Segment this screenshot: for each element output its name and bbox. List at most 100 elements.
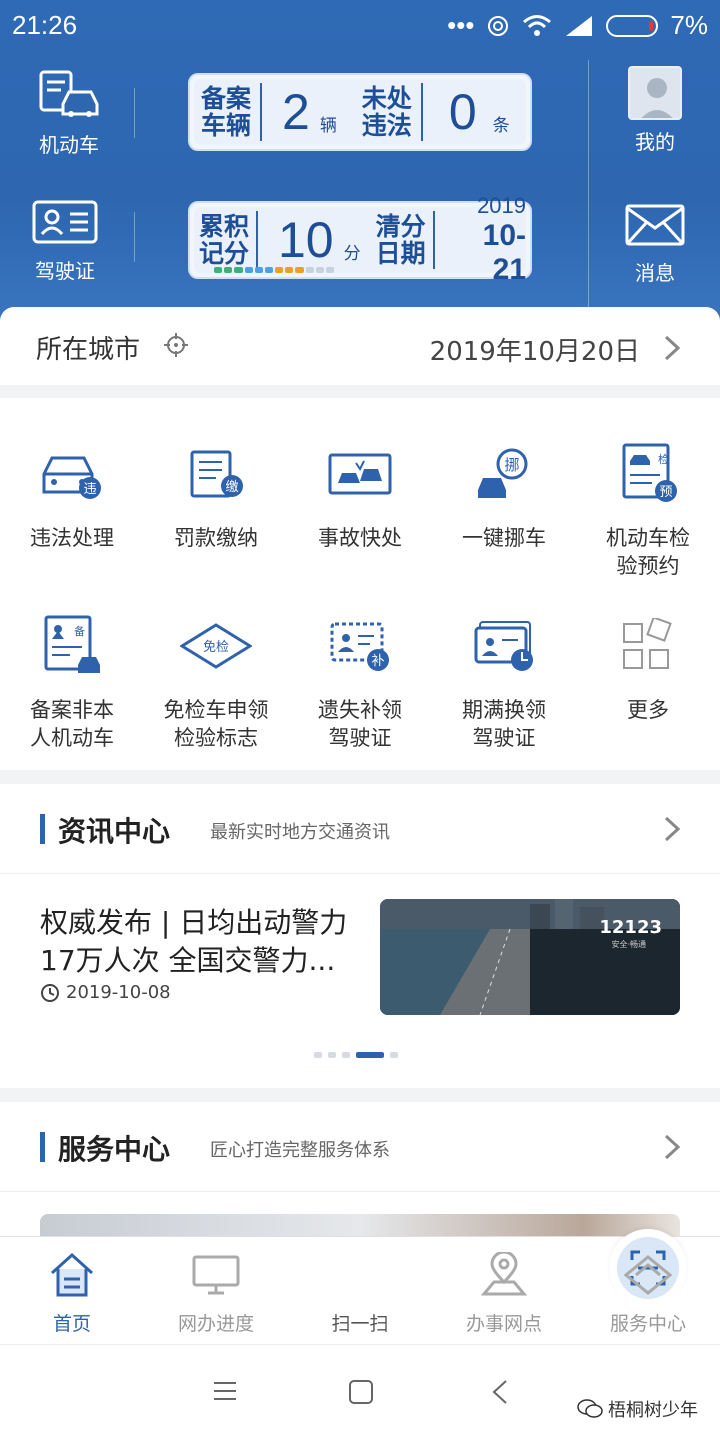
news-image[interactable]: 12123 安全·畅通 [380, 899, 680, 1015]
back-icon[interactable] [490, 1379, 510, 1405]
points-summary-card[interactable]: 累积 记分 10 分 清分 日期 2019 10-21 [188, 193, 532, 286]
replace-card-icon: 补 [330, 622, 389, 671]
map-pin-icon [480, 1252, 528, 1296]
menu-icon[interactable] [212, 1379, 238, 1403]
service-inspection-booking[interactable]: 检预 机动车检 验预约 [576, 440, 720, 580]
status-icons: ••• 7% [447, 10, 708, 41]
city-road-image: 12123 安全·畅通 [380, 899, 680, 1015]
service-move-car[interactable]: 挪 一键挪车 [432, 440, 576, 552]
locate-icon[interactable] [164, 333, 188, 357]
divider [420, 83, 423, 141]
svg-text:挪: 挪 [504, 456, 519, 474]
service-label: 机动车检 验预约 [606, 526, 690, 578]
service-label: 遗失补领 驾驶证 [318, 698, 402, 750]
violations-unit: 条 [492, 115, 510, 136]
divider [432, 211, 435, 269]
handshake-icon [623, 1255, 673, 1295]
license-label: 驾驶证 [35, 259, 95, 283]
vehicle-button[interactable]: 机动车 [24, 68, 114, 158]
service-grid: 违 违法处理 缴 罚款缴纳 事故快处 挪 一键挪车 检预 机动车检 验预约 备 备… [0, 398, 720, 770]
image-logo-sub: 安全·畅通 [611, 939, 646, 949]
divider [260, 83, 262, 141]
svg-text:检: 检 [658, 452, 669, 466]
service-label: 备案非本 人机动车 [30, 698, 114, 750]
service-renew-license[interactable]: 期满换领 驾驶证 [432, 612, 576, 752]
renew-card-icon [474, 621, 533, 671]
home-square-icon[interactable] [348, 1379, 374, 1405]
image-logo-text: 12123 [599, 917, 662, 938]
service-label: 罚款缴纳 [174, 526, 258, 550]
news-item-title[interactable]: 权威发布 | 日均出动警力17万人次 全国交警力... [40, 904, 370, 980]
move-car-icon: 挪 [478, 448, 528, 498]
car-doc-icon [39, 70, 99, 117]
tab-locations[interactable]: 办事网点 [432, 1249, 576, 1336]
service-center-section: 服务中心 匠心打造完整服务体系 [0, 1102, 720, 1236]
service-label: 事故快处 [318, 526, 402, 550]
service-center-subtitle: 匠心打造完整服务体系 [210, 1140, 390, 1161]
license-button[interactable]: 驾驶证 [20, 200, 110, 284]
watermark-text: 梧桐树少年 [608, 1400, 698, 1421]
service-violation-handling[interactable]: 违 违法处理 [0, 440, 144, 552]
car-violation-icon: 违 [42, 456, 101, 499]
section-accent [40, 1132, 45, 1162]
signal-icon [566, 15, 593, 36]
id-card-icon [32, 200, 98, 244]
tab-home[interactable]: 首页 [0, 1249, 144, 1336]
service-banner-image[interactable] [40, 1214, 680, 1236]
wechat-icon [577, 1399, 603, 1418]
violations-label: 未处 违法 [361, 84, 412, 140]
messages-label: 消息 [635, 261, 675, 285]
divider [256, 211, 258, 269]
divider [134, 88, 135, 138]
city-bar[interactable]: 所在城市 2019年10月20日 [0, 307, 720, 385]
monitor-icon [192, 1255, 240, 1295]
service-center-header[interactable]: 服务中心 匠心打造完整服务体系 [0, 1102, 720, 1192]
profile-button[interactable]: 我的 [616, 66, 694, 155]
tab-service-center[interactable]: 服务中心 [576, 1249, 720, 1336]
registered-vehicles-label: 备案 车辆 [200, 84, 251, 140]
accident-icon [328, 453, 392, 495]
watermark: 梧桐树少年 [576, 1396, 698, 1422]
chevron-right-icon [664, 1134, 680, 1160]
tab-label: 服务中心 [609, 1313, 686, 1335]
clear-date-year: 2019 [477, 193, 527, 218]
service-more[interactable]: 更多 [576, 612, 720, 724]
points-label: 累积 记分 [199, 212, 250, 268]
person-icon [630, 68, 680, 118]
svg-text:预: 预 [659, 485, 672, 500]
more-dots-icon: ••• [447, 10, 475, 40]
service-register-non-owner[interactable]: 备 备案非本 人机动车 [0, 612, 144, 752]
violations-count: 0 [448, 84, 477, 140]
bill-icon: 缴 [190, 450, 243, 498]
service-replace-license[interactable]: 补 遗失补领 驾驶证 [288, 612, 432, 752]
carousel-dots [314, 1052, 398, 1058]
svg-text:违: 违 [83, 482, 96, 497]
service-label: 免检车申领 检验标志 [163, 698, 269, 750]
news-header[interactable]: 资讯中心 最新实时地方交通资讯 [0, 784, 720, 874]
tab-progress[interactable]: 网办进度 [144, 1249, 288, 1336]
clock-icon [41, 983, 59, 1002]
service-fine-payment[interactable]: 缴 罚款缴纳 [144, 440, 288, 552]
profile-label: 我的 [635, 130, 675, 154]
service-label: 期满换领 驾驶证 [462, 698, 546, 750]
service-exempt-sticker[interactable]: 免检 免检车申领 检验标志 [144, 612, 288, 752]
svg-text:缴: 缴 [225, 480, 238, 495]
service-label: 更多 [627, 698, 669, 722]
svg-text:免检: 免检 [203, 640, 229, 655]
news-title: 资讯中心 [58, 815, 171, 848]
news-section: 资讯中心 最新实时地方交通资讯 权威发布 | 日均出动警力17万人次 全国交警力… [0, 784, 720, 1088]
service-label: 一键挪车 [462, 526, 546, 550]
service-label: 违法处理 [30, 526, 114, 550]
system-nav-bar [0, 1344, 720, 1440]
tab-label: 扫一扫 [331, 1313, 389, 1335]
wifi-icon [523, 14, 552, 36]
clear-date: 2019 10-21 [455, 193, 526, 287]
service-accident-quick[interactable]: 事故快处 [288, 440, 432, 552]
clear-date-day: 10-21 [482, 219, 527, 286]
battery-icon [606, 14, 659, 37]
vehicle-summary-card[interactable]: 备案 车辆 2 辆 未处 违法 0 条 [188, 73, 532, 151]
register-car-icon: 备 [44, 615, 100, 673]
tab-scan[interactable]: 扫一扫 [288, 1229, 687, 1336]
exempt-badge-icon: 免检 [180, 623, 252, 669]
messages-button[interactable]: 消息 [616, 204, 694, 286]
